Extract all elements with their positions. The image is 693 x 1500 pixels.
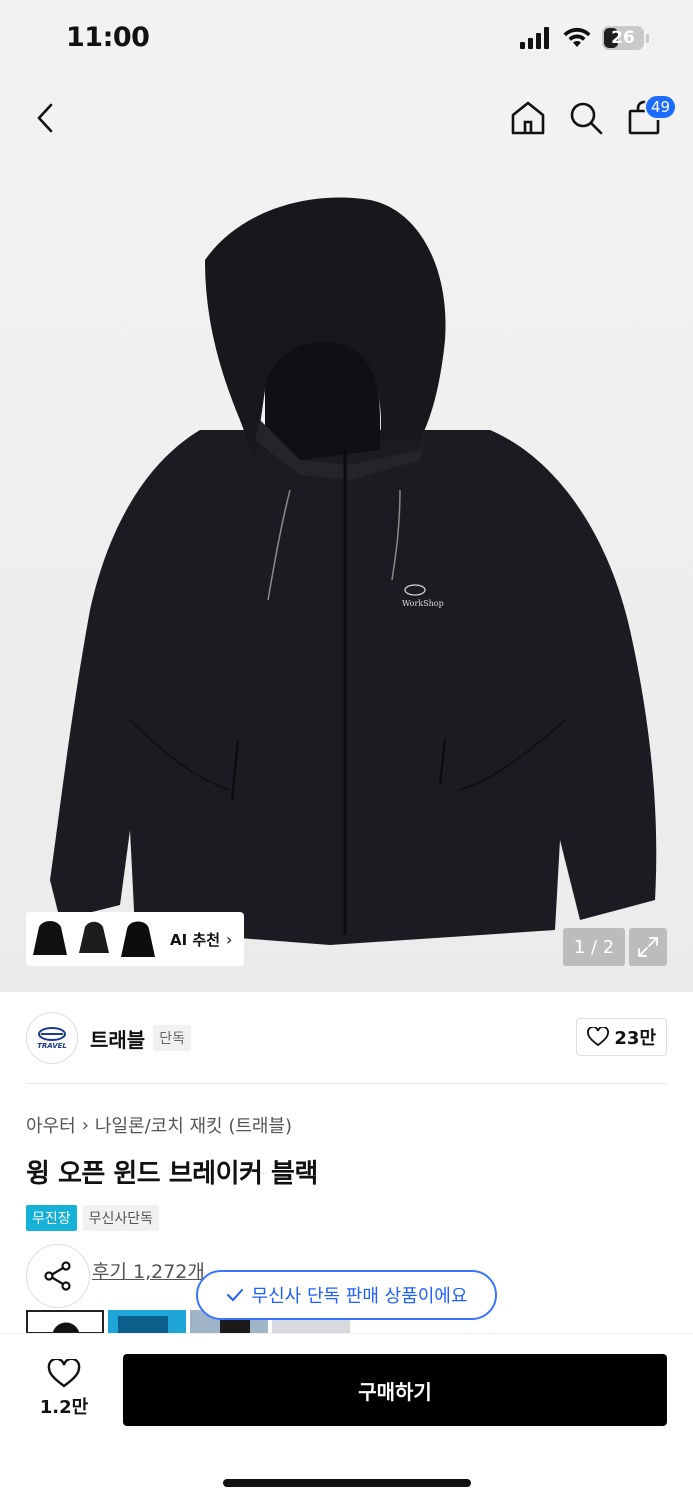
cart-button[interactable]: 49: [622, 94, 678, 140]
home-button[interactable]: [506, 96, 550, 140]
share-button[interactable]: [26, 1244, 90, 1308]
search-button[interactable]: [564, 96, 608, 140]
travel-logo-icon: [38, 1027, 66, 1041]
brand-logo-text: TRAVEL: [37, 1042, 67, 1050]
image-pager: 1 / 2: [563, 928, 625, 966]
badge-mujinjang: 무진장: [26, 1205, 77, 1231]
toast-text: 무신사 단독 판매 상품이에요: [251, 1286, 468, 1307]
ai-recommendation-label: AI 추천: [170, 930, 221, 949]
cellular-signal-icon: [520, 27, 549, 49]
status-icons: 26: [520, 26, 649, 50]
bottom-action-bar: 1.2만 구매하기: [0, 1333, 693, 1500]
divider: [26, 1083, 667, 1084]
exclusive-sale-toast: 무신사 단독 판매 상품이에요: [196, 1270, 497, 1320]
home-indicator: [223, 1479, 471, 1487]
review-count-link[interactable]: 후기 1,272개: [92, 1257, 205, 1284]
product-image-carousel[interactable]: WorkShop: [0, 160, 693, 992]
buy-button[interactable]: 구매하기: [123, 1354, 667, 1426]
search-icon: [570, 102, 603, 135]
brand-exclusive-tag: 단독: [153, 1025, 191, 1051]
jacket-logo-text: WorkShop: [402, 599, 444, 608]
review-photo[interactable]: [26, 1310, 104, 1334]
expand-icon: [638, 937, 658, 957]
badge-musinsa-exclusive: 무신사단독: [82, 1205, 160, 1231]
home-icon: [511, 101, 545, 135]
favorite-count: 1.2만: [39, 1397, 89, 1418]
status-bar: 11:00 26: [0, 0, 693, 80]
chevron-left-icon: [37, 103, 53, 133]
cart-count-badge: 49: [644, 94, 678, 120]
battery-icon: 26: [602, 26, 644, 50]
brand-like-button[interactable]: 23만: [576, 1018, 667, 1056]
ai-recommendation-button[interactable]: AI 추천 ›: [26, 912, 244, 966]
wifi-icon: [563, 27, 591, 47]
heart-icon: [587, 1027, 610, 1047]
breadcrumb-subcategory[interactable]: 나일론/코치 재킷 (트래블): [95, 1112, 292, 1138]
brand-name[interactable]: 트래블: [90, 1024, 145, 1053]
brand-row: TRAVEL 트래블 단독 23만: [26, 1012, 667, 1064]
product-badges: 무진장 무신사단독: [26, 1205, 160, 1231]
review-photo[interactable]: [108, 1310, 186, 1334]
ai-thumbnail: [74, 916, 114, 962]
heart-icon: [47, 1359, 81, 1388]
chevron-right-icon: ›: [81, 1114, 89, 1136]
breadcrumb-category[interactable]: 아우터: [26, 1112, 76, 1138]
expand-button[interactable]: [629, 928, 667, 966]
breadcrumb: 아우터 › 나일론/코치 재킷 (트래블): [26, 1112, 292, 1138]
ai-thumbnail: [118, 916, 158, 962]
favorite-button[interactable]: 1.2만: [30, 1354, 98, 1424]
share-icon: [44, 1261, 71, 1291]
back-button[interactable]: [24, 96, 68, 140]
jacket-image: WorkShop: [50, 197, 657, 945]
brand-like-count: 23만: [614, 1028, 656, 1049]
brand-logo[interactable]: TRAVEL: [26, 1012, 78, 1064]
product-title: 윙 오픈 윈드 브레이커 블랙: [26, 1159, 318, 1189]
chevron-right-icon: ›: [226, 929, 233, 949]
status-time: 11:00: [66, 22, 150, 53]
battery-level-text: 26: [611, 28, 635, 48]
check-icon: [226, 1289, 243, 1302]
top-nav: 49: [0, 80, 693, 160]
ai-thumbnail: [30, 916, 70, 962]
